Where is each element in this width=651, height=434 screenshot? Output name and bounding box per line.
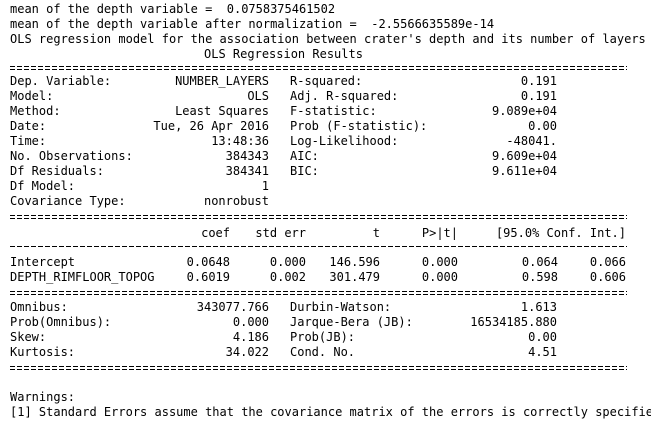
summary-label: Dep. Variable: (10, 74, 112, 88)
rule-single (10, 246, 627, 247)
results-title: OLS Regression Results (204, 47, 363, 61)
summary-label: Df Residuals: (10, 164, 104, 178)
summary-value: 384341 (225, 164, 269, 178)
warning-item: [1] Standard Errors assume that the cova… (10, 405, 651, 419)
rule-double (10, 291, 627, 295)
header-p-value: P>|t| (421, 226, 458, 240)
summary-label: No. Observations: (10, 149, 133, 163)
summary-value: NUMBER_LAYERS (175, 74, 269, 88)
statistic-value: 0.191 (520, 74, 557, 88)
statistic-value: 9.611e+04 (491, 164, 557, 178)
statistic-label: AIC: (290, 149, 319, 163)
summary-value: 1 (261, 179, 269, 193)
summary-label: Df Model: (10, 179, 76, 193)
coef-variable-name: Intercept (10, 255, 76, 269)
summary-label: Covariance Type: (10, 194, 126, 208)
summary-label: Time: (10, 134, 47, 148)
statistic-label: Log-Likelihood: (290, 134, 399, 148)
p-value: 0.000 (421, 270, 458, 284)
summary-value: 384343 (225, 149, 269, 163)
summary-value: 13:48:36 (211, 134, 269, 148)
rule-double (10, 366, 627, 370)
statistic-label: Adj. R-squared: (290, 89, 399, 103)
header-std-err: std err (255, 226, 306, 240)
ci-low-value: 0.064 (521, 255, 558, 269)
diagnostic-label: Omnibus: (10, 300, 68, 314)
ci-low-value: 0.598 (521, 270, 558, 284)
diagnostic-value: 4.51 (528, 345, 557, 359)
summary-value: nonrobust (203, 194, 269, 208)
diagnostic-value: 34.022 (225, 345, 269, 359)
statistic-value: 9.609e+04 (491, 149, 557, 163)
diagnostic-value: 0.000 (232, 315, 269, 329)
statistic-label: F-statistic: (290, 104, 377, 118)
summary-value: Least Squares (175, 104, 269, 118)
ci-high-value: 0.606 (589, 270, 626, 284)
summary-label: Method: (10, 104, 61, 118)
mean-normalized-line: mean of the depth variable after normali… (10, 17, 495, 31)
diagnostic-value: 16534185.880 (470, 315, 557, 329)
rule-double (10, 215, 627, 219)
statistic-value: -48041. (506, 134, 557, 148)
diagnostic-value: 1.613 (520, 300, 557, 314)
statistic-label: Prob (F-statistic): (290, 119, 428, 133)
t-value: 301.479 (329, 270, 380, 284)
summary-label: Date: (10, 119, 47, 133)
std-err-value: 0.002 (269, 270, 306, 284)
summary-value: Tue, 26 Apr 2016 (153, 119, 269, 133)
std-err-value: 0.000 (269, 255, 306, 269)
model-description-line: OLS regression model for the association… (10, 32, 646, 46)
diagnostic-label: Skew: (10, 330, 47, 344)
diagnostic-label: Durbin-Watson: (290, 300, 392, 314)
statistic-value: 9.089e+04 (491, 104, 557, 118)
ci-high-value: 0.066 (589, 255, 626, 269)
diagnostic-value: 4.186 (232, 330, 269, 344)
summary-label: Model: (10, 89, 54, 103)
summary-value: OLS (247, 89, 269, 103)
t-value: 146.596 (329, 255, 380, 269)
header-conf-int: [95.0% Conf. Int.] (495, 226, 626, 240)
p-value: 0.000 (421, 255, 458, 269)
header-t: t (372, 226, 380, 240)
diagnostic-value: 343077.766 (196, 300, 269, 314)
statistic-label: R-squared: (290, 74, 363, 88)
mean-depth-line: mean of the depth variable = 0.075837546… (10, 2, 336, 16)
statistic-label: BIC: (290, 164, 319, 178)
diagnostic-label: Kurtosis: (10, 345, 76, 359)
diagnostic-label: Jarque-Bera (JB): (290, 315, 413, 329)
statistic-value: 0.191 (520, 89, 557, 103)
diagnostic-label: Prob(JB): (290, 330, 356, 344)
diagnostic-label: Cond. No. (290, 345, 356, 359)
warnings-heading: Warnings: (10, 390, 76, 404)
header-coef: coef (201, 226, 230, 240)
coef-variable-name: DEPTH_RIMFLOOR_TOPOG (10, 270, 155, 284)
rule-double (10, 66, 627, 70)
coef-value: 0.0648 (186, 255, 230, 269)
diagnostic-label: Prob(Omnibus): (10, 315, 112, 329)
statistic-value: 0.00 (528, 119, 557, 133)
coef-value: 0.6019 (186, 270, 230, 284)
diagnostic-value: 0.00 (528, 330, 557, 344)
